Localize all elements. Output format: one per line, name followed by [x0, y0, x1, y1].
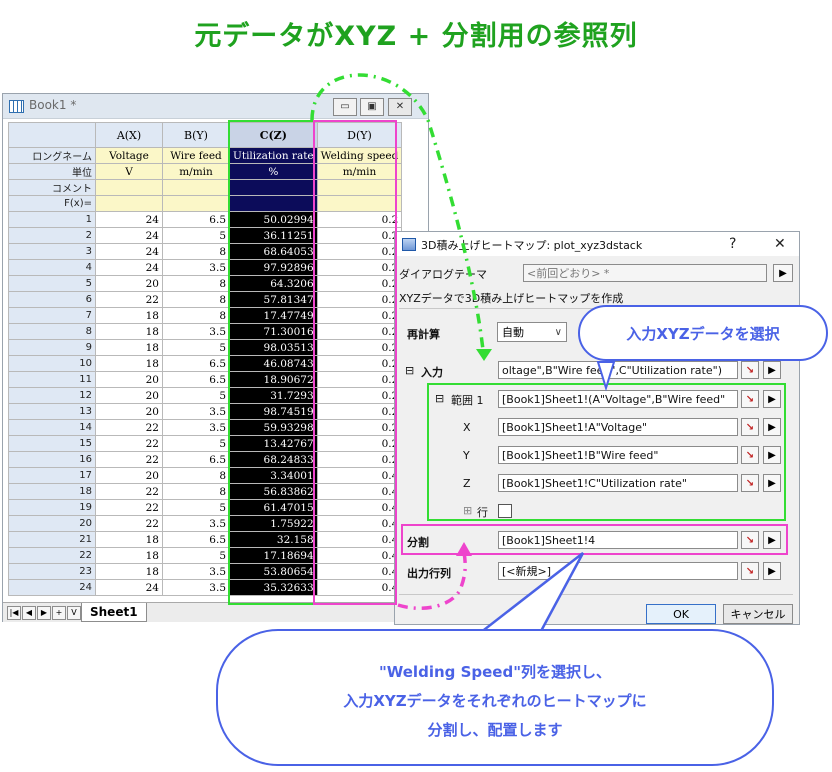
callout-bottom-tail: [476, 552, 585, 635]
pink-arrow-head: [456, 542, 472, 556]
green-arrow-head: [476, 349, 492, 361]
callout-select-xyz-text: 入力XYZデータを選択: [626, 325, 780, 343]
green-arrow-path: [310, 73, 485, 351]
callout-split-description: "Welding Speed"列を選択し、 入力XYZデータをそれぞれのヒートマ…: [216, 629, 774, 766]
pink-arrow-path: [397, 551, 467, 610]
callout-select-xyz: 入力XYZデータを選択: [578, 305, 828, 361]
callout-line-2: 入力XYZデータをそれぞれのヒートマップに: [343, 692, 647, 710]
callout-top-tail: [596, 361, 616, 392]
callout-line-1: "Welding Speed"列を選択し、: [378, 663, 612, 681]
callout-line-3: 分割し、配置します: [427, 721, 563, 739]
